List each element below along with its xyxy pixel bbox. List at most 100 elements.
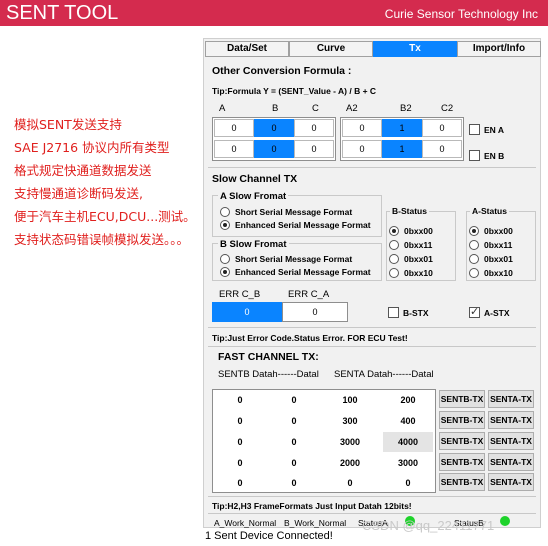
sentb-tx-button[interactable]: SENTB-TX [439,390,485,408]
senta-tx-button[interactable]: SENTA-TX [488,432,534,450]
coef-a2-row1[interactable]: 0 [342,119,382,137]
b-status-label: 0bxx10 [404,268,433,278]
senta-datah[interactable]: 3000 [325,432,375,452]
sentb-datal[interactable]: 0 [271,473,317,493]
sentb-tx-button[interactable]: SENTB-TX [439,432,485,450]
b-status-radio-01[interactable] [389,254,399,264]
sentb-tx-button[interactable]: SENTB-TX [439,411,485,429]
header-c2: C2 [441,103,454,114]
coef-a-row1[interactable]: 0 [214,119,254,137]
senta-datal[interactable]: 3000 [383,453,433,473]
a-status-label: 0bxx00 [484,226,513,236]
b-short-format-label: Short Serial Message Format [235,254,353,264]
coef-a-row2[interactable]: 0 [214,140,254,158]
coef-c2-row2[interactable]: 0 [422,140,462,158]
tab-bar: Data/Set Curve Tx Import/Info [205,41,541,57]
promo-line: 便于汽车主机ECU,DCU...测试。 [14,209,196,224]
b-status-label: 0bxx01 [404,254,433,264]
promo-line: 模拟SENT发送支持 [14,117,122,132]
a-status-radio-11[interactable] [469,240,479,250]
left-coef-grid: 0 0 0 0 0 0 [212,117,336,161]
a-status-label: 0bxx10 [484,268,513,278]
a-status-radio-00[interactable] [469,226,479,236]
err-ca-label: ERR C_A [288,289,330,300]
divider [208,327,536,328]
senta-datal[interactable]: 200 [383,390,433,410]
coef-b2-row2[interactable]: 1 [382,140,422,158]
err-cb-input[interactable]: 0 [212,302,282,322]
b-status-radio-10[interactable] [389,268,399,278]
senta-datah[interactable]: 0 [325,473,375,493]
coef-b2-row1[interactable]: 1 [382,119,422,137]
watermark: CSDN @qq_22411771 [362,518,495,533]
sentb-datah[interactable]: 0 [217,453,263,473]
b-slow-format-title: B Slow Fromat [218,239,289,250]
promo-line: 支持慢通道诊断码发送, [14,186,143,201]
header-b: B [272,103,279,114]
sentb-datah[interactable]: 0 [217,432,263,452]
sentb-datah[interactable]: 0 [217,473,263,493]
senta-datal[interactable]: 400 [383,411,433,431]
coef-b-row1[interactable]: 0 [254,119,294,137]
divider [208,346,536,347]
sentb-datah[interactable]: 0 [217,390,263,410]
tab-tx[interactable]: Tx [373,41,457,57]
sentb-datah[interactable]: 0 [217,411,263,431]
senta-datal[interactable]: 0 [383,473,433,493]
a-status-radio-01[interactable] [469,254,479,264]
a-status-radio-10[interactable] [469,268,479,278]
a-status-label: 0bxx01 [484,254,513,264]
senta-datah[interactable]: 300 [325,411,375,431]
app-title: SENT TOOL [6,2,119,24]
senta-data-header: SENTA Datah------Datal [334,369,434,380]
sentb-tx-button[interactable]: SENTB-TX [439,453,485,471]
sentb-datal[interactable]: 0 [271,453,317,473]
coef-c-row1[interactable]: 0 [294,119,334,137]
a-work-status: A_Work_Normal [214,518,277,528]
tab-data-set[interactable]: Data/Set [205,41,289,57]
fast-tip: Tip:H2,H3 FrameFormats Just Input Datah … [212,501,412,511]
en-a-checkbox[interactable] [469,124,480,135]
b-stx-label: B-STX [403,308,429,318]
b-short-format-radio[interactable] [220,254,230,264]
tab-import-info[interactable]: Import/Info [457,41,541,57]
fast-channel-table: 0 0 100 200 0 0 300 400 0 0 3000 4000 0 … [212,389,436,493]
divider [208,513,536,514]
senta-datal[interactable]: 4000 [383,432,433,452]
coef-b-row2[interactable]: 0 [254,140,294,158]
senta-tx-button[interactable]: SENTA-TX [488,453,534,471]
a-short-format-label: Short Serial Message Format [235,207,353,217]
sentb-datal[interactable]: 0 [271,390,317,410]
tab-curve[interactable]: Curve [289,41,373,57]
a-enhanced-format-label: Enhanced Serial Message Format [235,220,371,230]
header-a2: A2 [346,103,358,114]
coef-a2-row2[interactable]: 0 [342,140,382,158]
coef-c-row2[interactable]: 0 [294,140,334,158]
b-stx-checkbox[interactable] [388,307,399,318]
b-status-radio-00[interactable] [389,226,399,236]
right-coef-grid: 0 1 0 0 1 0 [340,117,464,161]
a-enhanced-format-radio[interactable] [220,220,230,230]
fast-channel-title: FAST CHANNEL TX: [218,351,319,363]
err-ca-input[interactable]: 0 [282,302,348,322]
b-work-status: B_Work_Normal [284,518,347,528]
senta-datah[interactable]: 100 [325,390,375,410]
formula-tip: Tip:Formula Y = (SENT_Value - A) / B + C [212,86,377,96]
conversion-title: Other Conversion Formula : [212,65,352,77]
b-enhanced-format-radio[interactable] [220,267,230,277]
sentb-datal[interactable]: 0 [271,411,317,431]
senta-tx-button[interactable]: SENTA-TX [488,411,534,429]
a-short-format-radio[interactable] [220,207,230,217]
sentb-datal[interactable]: 0 [271,432,317,452]
company-name: Curie Sensor Technology Inc [384,7,538,21]
senta-tx-button[interactable]: SENTA-TX [488,473,534,491]
senta-tx-button[interactable]: SENTA-TX [488,390,534,408]
senta-datah[interactable]: 2000 [325,453,375,473]
a-stx-checkbox[interactable] [469,305,480,318]
sentb-tx-button[interactable]: SENTB-TX [439,473,485,491]
en-b-checkbox[interactable] [469,150,480,161]
status-b-led-icon [500,516,510,526]
coef-c2-row1[interactable]: 0 [422,119,462,137]
b-status-radio-11[interactable] [389,240,399,250]
header-b2: B2 [400,103,412,114]
